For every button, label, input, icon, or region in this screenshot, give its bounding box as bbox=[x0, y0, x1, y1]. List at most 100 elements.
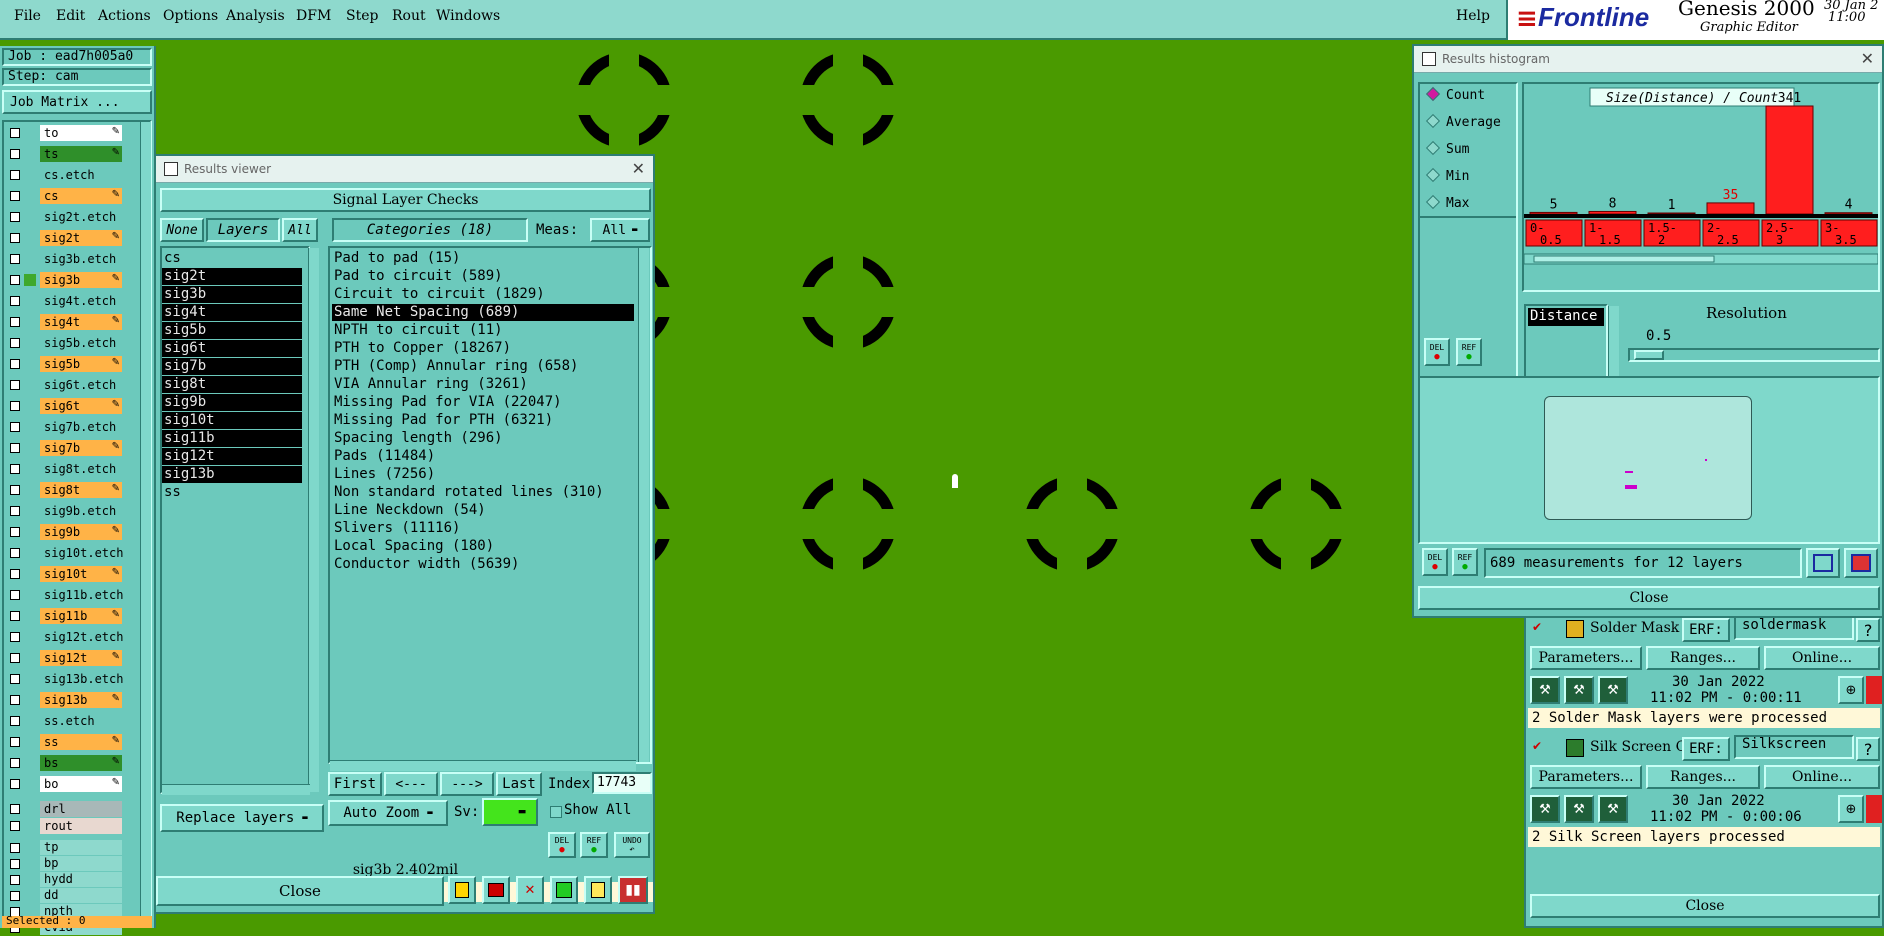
category-item[interactable]: Non standard rotated lines (310) bbox=[332, 484, 634, 501]
zoom-area-icon[interactable] bbox=[1844, 548, 1878, 578]
run-icon[interactable]: ⚒ bbox=[1530, 795, 1560, 823]
check-header[interactable]: Signal Layer Checks bbox=[160, 188, 651, 212]
undo-button[interactable]: UNDO ↶ bbox=[614, 832, 650, 858]
layer-checkbox[interactable] bbox=[10, 212, 20, 222]
menu-rout[interactable]: Rout bbox=[392, 8, 426, 24]
layer-row[interactable]: sig5b ✎ bbox=[6, 355, 122, 373]
layer-checkbox[interactable] bbox=[10, 422, 20, 432]
layer-checkbox[interactable] bbox=[10, 380, 20, 390]
layer-checkbox[interactable] bbox=[10, 891, 20, 901]
result-layer-item[interactable]: sig12t bbox=[162, 448, 302, 465]
layer-checkbox[interactable] bbox=[10, 191, 20, 201]
check-help-button[interactable]: ? bbox=[1856, 737, 1880, 761]
mode-radio-max[interactable]: Max bbox=[1425, 194, 1469, 211]
category-item[interactable]: Same Net Spacing (689) bbox=[332, 304, 634, 321]
layer-row[interactable]: bp bbox=[6, 856, 122, 872]
layer-row[interactable]: tp bbox=[6, 840, 122, 856]
run-all-icon[interactable]: ⚒ bbox=[1598, 795, 1628, 823]
erf-value[interactable]: soldermask bbox=[1734, 616, 1854, 640]
layer-row[interactable]: sig8t.etch bbox=[6, 460, 122, 478]
all-button[interactable]: All bbox=[282, 218, 318, 242]
layer-checkbox[interactable] bbox=[10, 859, 20, 869]
mode-radio-min[interactable]: Min bbox=[1425, 167, 1469, 184]
result-layer-item[interactable]: ss bbox=[162, 484, 302, 501]
cross-box-icon[interactable]: ✕ bbox=[516, 876, 544, 904]
layer-row[interactable]: hydd bbox=[6, 872, 122, 888]
last-button[interactable]: Last bbox=[496, 772, 542, 796]
menu-step[interactable]: Step bbox=[346, 8, 378, 24]
close-icon[interactable]: ✕ bbox=[632, 159, 645, 178]
layer-row[interactable]: sig8t ✎ bbox=[6, 481, 122, 499]
layer-checkbox[interactable] bbox=[10, 695, 20, 705]
result-layer-item[interactable]: sig10t bbox=[162, 412, 302, 429]
histogram-bar[interactable] bbox=[1765, 105, 1814, 215]
ranges-button[interactable]: Ranges... bbox=[1646, 646, 1760, 670]
layer-checkbox[interactable] bbox=[10, 338, 20, 348]
run-all-icon[interactable]: ⚒ bbox=[1598, 676, 1628, 704]
layer-row[interactable]: ss ✎ bbox=[6, 733, 122, 751]
layer-checkbox[interactable] bbox=[10, 569, 20, 579]
layer-row[interactable]: sig12t ✎ bbox=[6, 649, 122, 667]
parameters-button[interactable]: Parameters... bbox=[1530, 765, 1642, 789]
layer-row[interactable]: sig2t ✎ bbox=[6, 229, 122, 247]
layer-checkbox[interactable] bbox=[10, 804, 20, 814]
histogram-close-button[interactable]: Close bbox=[1418, 586, 1880, 610]
mode-radio-count[interactable]: Count bbox=[1425, 86, 1485, 103]
menu-file[interactable]: File bbox=[14, 8, 41, 24]
layer-row[interactable]: sig13b.etch bbox=[6, 670, 123, 688]
menu-dfm[interactable]: DFM bbox=[296, 8, 331, 24]
layer-checkbox[interactable] bbox=[10, 485, 20, 495]
layer-checkbox[interactable] bbox=[10, 296, 20, 306]
hist-del-button[interactable]: DEL ● bbox=[1424, 338, 1450, 366]
none-button[interactable]: None bbox=[160, 218, 204, 242]
layer-row[interactable]: sig4t.etch bbox=[6, 292, 122, 310]
overview-ref-button[interactable]: REF ● bbox=[1452, 548, 1478, 576]
result-layer-item[interactable]: sig9b bbox=[162, 394, 302, 411]
menu-options[interactable]: Options bbox=[163, 8, 218, 24]
layer-checkbox[interactable] bbox=[10, 170, 20, 180]
layer-row[interactable]: bo ✎ bbox=[6, 775, 122, 793]
run-layer-icon[interactable]: ⚒ bbox=[1564, 676, 1594, 704]
close-icon[interactable]: ✕ bbox=[1861, 49, 1874, 68]
layer-list-hscroll[interactable] bbox=[162, 784, 310, 795]
layer-row[interactable]: ts ✎ bbox=[6, 145, 122, 163]
layer-list-scrollbar[interactable] bbox=[308, 248, 319, 792]
zoom-fit-icon[interactable] bbox=[1806, 548, 1840, 578]
result-layer-item[interactable]: sig2t bbox=[162, 268, 302, 285]
layer-row[interactable]: sig6t.etch bbox=[6, 376, 122, 394]
layer-row[interactable]: sig7b.etch bbox=[6, 418, 122, 436]
layer-checkbox[interactable] bbox=[10, 716, 20, 726]
hist-ref-button[interactable]: REF ● bbox=[1456, 338, 1482, 366]
resolution-slider[interactable] bbox=[1628, 348, 1880, 362]
layer-row[interactable]: sig9b.etch bbox=[6, 502, 122, 520]
layer-row[interactable]: sig6t ✎ bbox=[6, 397, 122, 415]
ranges-button[interactable]: Ranges... bbox=[1646, 765, 1760, 789]
category-item[interactable]: Pad to pad (15) bbox=[332, 250, 634, 267]
layer-checkbox[interactable] bbox=[10, 317, 20, 327]
menu-analysis[interactable]: Analysis bbox=[226, 8, 285, 24]
category-item[interactable]: Circuit to circuit (1829) bbox=[332, 286, 634, 303]
category-item[interactable]: Conductor width (5639) bbox=[332, 556, 634, 573]
layer-row[interactable]: rout bbox=[6, 817, 122, 835]
category-item[interactable]: Pad to circuit (589) bbox=[332, 268, 634, 285]
layer-row[interactable]: sig2t.etch bbox=[6, 208, 122, 226]
resolution-slider-handle[interactable] bbox=[1634, 350, 1664, 360]
zoom-icon[interactable]: ⊕ bbox=[1838, 676, 1864, 704]
layer-checkbox[interactable] bbox=[10, 401, 20, 411]
note-icon[interactable] bbox=[584, 876, 612, 904]
category-item[interactable]: Line Neckdown (54) bbox=[332, 502, 634, 519]
layer-checkbox[interactable] bbox=[10, 843, 20, 853]
category-item[interactable]: Missing Pad for PTH (6321) bbox=[332, 412, 634, 429]
layer-checkbox[interactable] bbox=[10, 527, 20, 537]
layer-checkbox[interactable] bbox=[10, 653, 20, 663]
layer-list-scrollbar[interactable] bbox=[140, 122, 151, 928]
run-layer-icon[interactable]: ⚒ bbox=[1564, 795, 1594, 823]
result-layer-item[interactable]: sig3b bbox=[162, 286, 302, 303]
category-item[interactable]: Missing Pad for VIA (22047) bbox=[332, 394, 634, 411]
menu-help[interactable]: Help bbox=[1456, 8, 1490, 24]
layer-row[interactable]: sig11b ✎ bbox=[6, 607, 122, 625]
layer-checkbox[interactable] bbox=[10, 590, 20, 600]
layer-checkbox[interactable] bbox=[10, 632, 20, 642]
categories-scrollbar[interactable] bbox=[638, 248, 649, 762]
check-help-button[interactable]: ? bbox=[1856, 618, 1880, 642]
